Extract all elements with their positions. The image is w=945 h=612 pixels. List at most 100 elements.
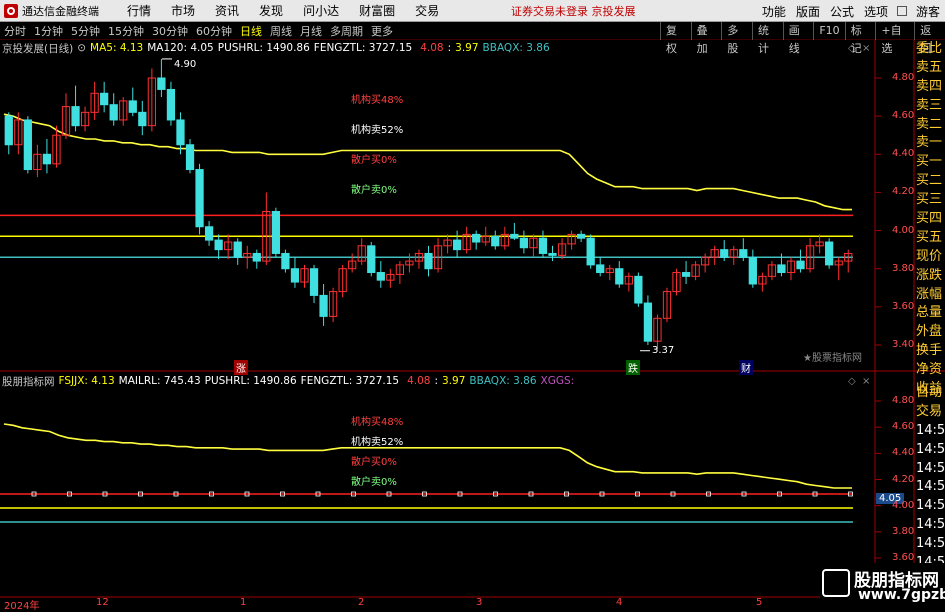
tick-row-5: 14:56 [916, 479, 945, 495]
candle-body-19 [185, 144, 195, 171]
quote-panel: 委比 卖五 卖四 卖三 卖二 卖一 买一 买二 买三 买四 买五 现价 涨跌 涨幅 总量 外盘 换手 净资 收益 [916, 40, 945, 399]
quote-field-10: 买五 [916, 229, 943, 245]
sub-collapse-icon: ◇ [848, 376, 856, 387]
candle-body-47 [452, 239, 462, 251]
candle-body-67 [643, 302, 653, 342]
candle-body-66 [634, 275, 643, 304]
low-marker: 3.37 [652, 345, 675, 356]
sub-axis-tick-3: 4.20 [892, 473, 915, 485]
candle-body-78 [748, 256, 757, 285]
annotation-inst-buy: 机构买48% [351, 95, 404, 106]
date-tick-3: 2 [358, 597, 365, 608]
candle-body-4 [42, 153, 52, 165]
quote-field-14: 总量 [916, 305, 943, 321]
site-url: www.7gpzb.com [858, 587, 945, 603]
tick-row-0: 自动 [916, 385, 943, 400]
candle-body-39 [376, 272, 385, 281]
tick-row-7: 14:56 [916, 517, 945, 533]
candle-body-22 [214, 239, 223, 251]
ma-line [3, 113, 852, 211]
date-tick-6: 5 [756, 597, 763, 608]
quote-field-4: 卖二 [916, 116, 943, 132]
tick-row-2: 14:56 [916, 422, 945, 438]
cai-tag[interactable]: 财 [739, 360, 753, 375]
small-watermark: ★股票指标网 [803, 353, 862, 364]
zhang-tag[interactable]: 涨 [234, 360, 248, 375]
quote-field-12: 涨跌 [916, 267, 943, 283]
sub-annotation-retail-sell: 散户卖0% [351, 477, 397, 488]
candle-body-30 [290, 268, 300, 283]
sub-axis-tick-5: 4.00 [892, 499, 915, 511]
date-axis: 2024年 12 1 2 3 4 5 [0, 597, 875, 612]
quote-field-3: 卖三 [916, 97, 943, 113]
price-axis-sub: 4.80 4.60 4.40 4.20 4.05 4.00 3.80 3.60 [876, 0, 914, 609]
sub-ma-line [3, 423, 852, 489]
site-logo-icon [822, 569, 850, 597]
date-tick-5: 4 [616, 597, 623, 608]
quote-field-5: 卖一 [916, 135, 943, 151]
candle-body-24 [233, 241, 242, 258]
tick-row-1: 交易 [916, 403, 943, 419]
annotation-inst-sell: 机构卖52% [351, 125, 404, 136]
candle-body-13 [128, 100, 137, 113]
candle-body-0 [4, 115, 13, 146]
tick-row-3: 14:56 [916, 441, 945, 457]
candle-body-21 [204, 226, 214, 241]
date-tick-1: 12 [96, 597, 109, 608]
candle-body-26 [252, 252, 261, 262]
candle-body-11 [109, 104, 118, 121]
candle-body-44 [424, 252, 433, 270]
ticks-panel: 自动交易14:5614:5614:5614:5614:5614:5614:561… [916, 384, 945, 592]
candle-body-38 [367, 245, 376, 274]
candle-body-60 [577, 233, 586, 239]
tick-row-6: 14:56 [916, 498, 945, 514]
quote-field-7: 买二 [916, 173, 943, 189]
quote-field-2: 卖四 [916, 78, 943, 94]
candle-body-28 [271, 211, 280, 254]
candle-body-2 [23, 119, 32, 171]
quote-field-6: 买一 [916, 154, 943, 170]
candle-body-75 [720, 249, 729, 258]
candle-body-16 [157, 77, 166, 90]
kline-chart[interactable]: ◇ × ◇ × [0, 0, 945, 609]
sub-annotation-inst-buy: 机构买48% [351, 417, 404, 428]
candle-body-49 [472, 233, 481, 243]
annotation-retail-sell: 散户卖0% [351, 185, 397, 196]
candle-body-71 [681, 272, 691, 277]
site-watermark: 股朋指标网 www.7gpzb.com [820, 563, 945, 609]
quote-field-16: 换手 [916, 343, 943, 359]
sub-axis-tick-2: 4.40 [892, 447, 915, 459]
quote-field-17: 净资 [916, 362, 943, 378]
candle-body-81 [777, 264, 786, 274]
candle-body-32 [309, 268, 319, 296]
quote-field-9: 买四 [916, 211, 943, 227]
candle-body-83 [796, 260, 805, 270]
sub-axis-tick-6: 3.80 [892, 525, 915, 537]
candle-body-57 [548, 252, 557, 256]
candle-body-54 [519, 237, 529, 249]
quote-field-13: 涨幅 [916, 286, 943, 302]
sub-close-icon: × [862, 376, 870, 387]
die-tag[interactable]: 跌 [626, 360, 640, 375]
candle-body-10 [100, 92, 109, 106]
sub-annotation-inst-sell: 机构卖52% [351, 437, 404, 448]
quote-field-1: 卖五 [916, 59, 943, 75]
candle-body-14 [138, 111, 147, 127]
close-icon: × [862, 43, 870, 54]
quote-field-11: 现价 [916, 248, 943, 264]
annotation-retail-buy: 散户买0% [351, 155, 397, 166]
candle-body-77 [739, 249, 748, 258]
sub-annotation-retail-buy: 散户买0% [351, 457, 397, 468]
candle-body-20 [195, 169, 204, 228]
candle-body-53 [510, 233, 519, 239]
candle-body-33 [319, 294, 328, 317]
sub-axis-tick-1: 4.60 [892, 421, 915, 433]
candle-body-29 [281, 252, 290, 270]
tick-row-4: 14:56 [916, 460, 945, 476]
collapse-icon: ◇ [848, 43, 856, 54]
sub-axis-tick-7: 3.60 [892, 552, 915, 563]
quote-field-0: 委比 [916, 41, 943, 56]
quote-field-8: 买三 [916, 192, 943, 208]
candle-body-86 [825, 241, 834, 266]
candle-body-18 [176, 119, 185, 146]
